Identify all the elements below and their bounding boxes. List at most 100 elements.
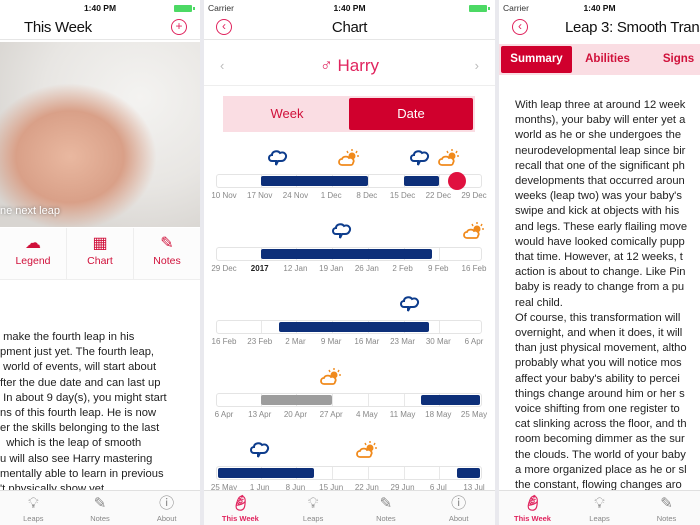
- chart-button[interactable]: ▦ Chart: [67, 228, 134, 279]
- status-bar: 1:40 PM: [0, 0, 200, 18]
- date-toggle-button[interactable]: Date: [349, 98, 473, 130]
- leap-detail-screen: Carrier 1:40 PM ‹ Leap 3: Smooth Transit…: [499, 0, 700, 525]
- date-tick-label: 16 Feb: [211, 337, 237, 346]
- date-tick-label: 13 Apr: [248, 410, 272, 419]
- tab-notes[interactable]: ✎ Notes: [633, 491, 700, 525]
- date-tick-label: 16 Mar: [354, 337, 380, 346]
- week-toggle-button[interactable]: Week: [225, 98, 349, 130]
- date-tick-label: 26 Jan: [354, 264, 379, 273]
- week-divider: [367, 467, 369, 479]
- leap-period-bar[interactable]: [218, 468, 315, 478]
- leap-period-bar[interactable]: [457, 468, 480, 478]
- leap-period-bar[interactable]: [260, 249, 433, 259]
- week-divider: [367, 175, 369, 187]
- current-date-marker: [448, 172, 467, 190]
- summary-tab[interactable]: Summary: [501, 46, 572, 73]
- timeline-row: 29 Dec 2017 12 Jan 19 Jan 26 Jan 2 Feb 9 Feb 16…: [204, 216, 495, 286]
- timeline-track: [216, 393, 482, 407]
- tab-leaps[interactable]: 💡︎ Leaps: [0, 491, 67, 525]
- timeline-row: 6 Apr 13 Apr 20 Apr 27 Apr 4 May 11 May 18 May…: [204, 362, 495, 432]
- leap-period-bar[interactable]: [260, 176, 368, 186]
- date-tick-label: 22 Dec: [425, 191, 451, 200]
- date-tick-label: 23 Feb: [247, 337, 273, 346]
- baby-icon: 👶︎: [230, 495, 250, 512]
- tab-label: About: [156, 514, 177, 523]
- date-tick-label: 9 Mar: [320, 337, 342, 346]
- week-divider: [439, 321, 441, 333]
- tab-label: Leaps: [589, 514, 610, 523]
- sunny-cloud-icon[interactable]: [463, 221, 485, 241]
- tab-label: Leaps: [23, 514, 44, 523]
- next-child-icon[interactable]: ›: [475, 58, 479, 73]
- photo-caption: ne next leap: [0, 205, 60, 217]
- tab-this-week[interactable]: 👶︎ This Week: [204, 491, 277, 525]
- stormy-cloud-icon[interactable]: [267, 148, 289, 168]
- leap-period-bar[interactable]: [403, 176, 440, 186]
- week-divider: [260, 321, 262, 333]
- leap-period-bar[interactable]: [278, 322, 429, 332]
- week-divider: [367, 394, 369, 406]
- tab-bar: 👶︎ This Week 💡︎ Leaps ✎ Notes: [499, 490, 700, 525]
- notes-label: Notes: [153, 255, 181, 267]
- tab-notes[interactable]: ✎ Notes: [67, 491, 134, 525]
- tab-this-week[interactable]: 👶︎ This Week: [499, 491, 566, 525]
- page-title: Chart: [331, 19, 368, 36]
- legend-label: Legend: [15, 255, 51, 267]
- abilities-tab[interactable]: Abilities: [572, 46, 643, 73]
- nav-bar: This Week +: [0, 18, 200, 40]
- timeline-track: [216, 172, 482, 190]
- leap-description: make the fourth leap in his pment just y…: [0, 331, 167, 490]
- week-divider: [403, 467, 405, 479]
- stormy-cloud-icon[interactable]: [331, 221, 353, 241]
- sunny-cloud-icon[interactable]: [320, 367, 342, 387]
- tab-about[interactable]: ⓘ About: [133, 491, 200, 525]
- notes-button[interactable]: ✎ Notes: [134, 228, 200, 279]
- date-tick-label: 16 Feb: [461, 264, 487, 273]
- date-tick-label: 2 Mar: [285, 337, 306, 346]
- tab-leaps[interactable]: 💡︎ Leaps: [566, 491, 633, 525]
- date-tick-label: 25 May: [460, 410, 488, 419]
- status-time: 1:40 PM: [83, 3, 117, 13]
- view-toggle: Week Date: [223, 96, 475, 132]
- chart-label: Chart: [87, 255, 113, 267]
- chart-screen: Carrier 1:40 PM ‹ Chart ‹ ♂ Harry › Week…: [204, 0, 495, 525]
- tab-leaps[interactable]: 💡︎ Leaps: [277, 491, 350, 525]
- tab-label: Leaps: [302, 514, 324, 523]
- week-divider: [439, 248, 441, 260]
- info-icon: ⓘ: [451, 495, 467, 512]
- date-tick-label: 18 May: [425, 410, 452, 419]
- date-tick-label: 4 May: [355, 410, 378, 419]
- lightbulb-icon: 💡︎: [28, 495, 39, 512]
- past-leap-bar[interactable]: [260, 395, 333, 405]
- tab-label: This Week: [514, 514, 551, 523]
- sunny-cloud-icon[interactable]: [338, 148, 360, 168]
- nav-bar: ‹ Leap 3: Smooth Transit: [499, 18, 700, 40]
- date-tick-label: 10 Nov: [211, 191, 237, 200]
- date-tick-label: 24 Nov: [282, 191, 309, 200]
- date-tick-label: 11 May: [389, 410, 416, 419]
- stormy-cloud-icon[interactable]: [409, 148, 431, 168]
- tab-bar: 💡︎ Leaps ✎ Notes ⓘ About: [0, 490, 200, 525]
- tab-label: This Week: [221, 514, 259, 523]
- week-divider: [439, 467, 441, 479]
- stormy-cloud-icon[interactable]: [399, 294, 421, 314]
- date-tick-label: 12 Jan: [283, 264, 308, 273]
- date-tick-label: 6 Apr: [464, 337, 484, 346]
- add-icon[interactable]: +: [171, 19, 187, 35]
- info-icon: ⓘ: [159, 495, 175, 512]
- date-tick-label: 27 Apr: [319, 410, 343, 419]
- back-icon[interactable]: ‹: [512, 19, 528, 35]
- battery-icon: [469, 5, 490, 12]
- leap-period-bar[interactable]: [421, 395, 480, 405]
- date-tick-label: 9 Feb: [428, 264, 449, 273]
- legend-button[interactable]: ☁ Legend: [0, 228, 67, 279]
- sunny-cloud-icon[interactable]: [355, 440, 378, 460]
- signs-tab[interactable]: Signs: [643, 46, 700, 73]
- calendar-icon: ▦: [92, 235, 108, 252]
- tab-notes[interactable]: ✎ Notes: [350, 491, 423, 525]
- sunny-cloud-icon[interactable]: [438, 148, 460, 168]
- timeline-row: 10 Nov 17 Nov 24 Nov 1 Dec 8 Dec 15 Dec 22 Dec…: [204, 143, 495, 213]
- tab-about[interactable]: ⓘ About: [422, 491, 495, 525]
- date-tick-label: 2017: [250, 264, 269, 273]
- stormy-cloud-icon[interactable]: [249, 440, 271, 460]
